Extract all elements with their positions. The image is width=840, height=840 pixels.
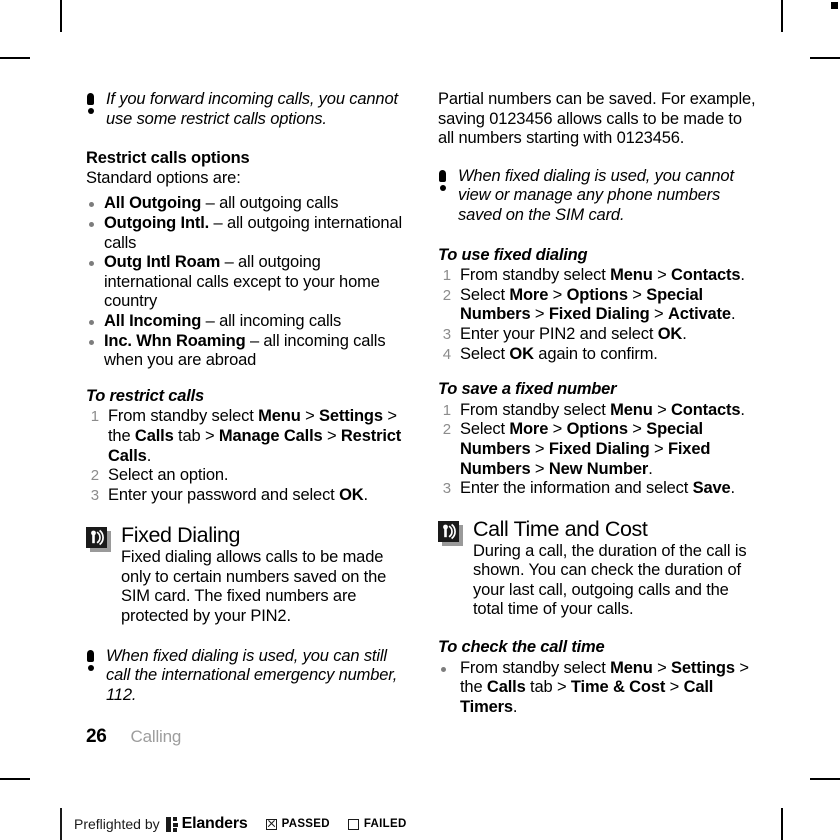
signal-section-icon (438, 520, 463, 546)
to-use-fixed-dialing-block: To use fixed dialing 1 From standby selec… (438, 246, 758, 365)
to-check-call-time-block: To check the call time From standby sele… (438, 638, 758, 717)
restrict-option-item: All Outgoing – all outgoing calls (86, 194, 406, 214)
step-text: From standby select Menu > Contacts. (460, 266, 745, 285)
procedure-step: 2 Select More > Options > Special Numbers… (438, 286, 758, 325)
step-number: 3 (442, 480, 451, 498)
section-fixed-dialing: Fixed Dialing Fixed dialing allows calls… (86, 523, 406, 626)
restrict-option-term: All Incoming (104, 311, 202, 330)
procedure-step: 1 From standby select Menu > Contacts. (438, 401, 758, 421)
step-number: 1 (442, 401, 451, 419)
step-number: 1 (442, 267, 451, 285)
restrict-option-term: Inc. Whn Roaming (104, 331, 246, 350)
failed-checkbox[interactable] (347, 818, 359, 830)
step-text: From standby select Menu > Settings > th… (460, 658, 749, 716)
step-number: 4 (442, 345, 451, 363)
restrict-option-term: All Outgoing (104, 194, 202, 213)
note-forward-calls-text: If you forward incoming calls, you canno… (106, 90, 398, 128)
preflight-prefix: Preflighted by (74, 816, 160, 832)
section-call-time-and-cost-body: Call Time and Cost During a call, the du… (473, 517, 758, 620)
to-save-fixed-number-block: To save a fixed number 1 From standby sel… (438, 380, 758, 499)
failed-label: FAILED (363, 818, 407, 830)
procedure-step: 1 From standby select Menu > Settings > t… (86, 407, 406, 466)
step-number: 2 (90, 467, 99, 485)
note-sim-card: When fixed dialing is used, you cannot v… (438, 167, 758, 226)
step-number: 1 (90, 408, 99, 426)
partial-numbers-paragraph: Partial numbers can be saved. For exampl… (438, 90, 756, 148)
restrict-option-term: Outg Intl Roam (104, 253, 221, 272)
section-fixed-dialing-body: Fixed Dialing Fixed dialing allows calls… (121, 523, 406, 626)
exclamation-note-icon (86, 93, 97, 115)
procedure-step: 3 Enter your PIN2 and select OK. (438, 325, 758, 345)
section-fixed-dialing-text: Fixed dialing allows calls to be made on… (121, 548, 387, 626)
page-footer: 26 Calling (86, 726, 181, 748)
passed-label: PASSED (281, 818, 330, 830)
step-number: 3 (90, 486, 99, 504)
step-text: Select More > Options > Special Numbers … (460, 420, 711, 478)
restrict-calls-options-block: Restrict calls options Standard options … (86, 149, 406, 371)
procedure-step: 4 Select OK again to confirm. (438, 345, 758, 365)
to-check-call-time-heading: To check the call time (438, 638, 605, 657)
step-text: Enter your PIN2 and select OK. (460, 324, 687, 343)
procedure-step: 2 Select More > Options > Special Numbers… (438, 420, 758, 479)
step-text: Enter the information and select Save. (460, 479, 735, 498)
step-number: 2 (442, 286, 451, 304)
restrict-calls-options-intro: Standard options are: (86, 168, 241, 187)
to-check-call-time-steps: From standby select Menu > Settings > th… (438, 659, 758, 718)
step-text: Select an option. (108, 466, 229, 485)
preflight-failed-status: FAILED (347, 818, 407, 830)
restrict-calls-options-heading: Restrict calls options (86, 149, 250, 168)
procedure-step: 3 Enter your password and select OK. (86, 486, 406, 506)
step-number: 2 (442, 421, 451, 439)
note-forward-calls: If you forward incoming calls, you canno… (86, 90, 406, 129)
section-fixed-dialing-title: Fixed Dialing (121, 523, 241, 548)
restrict-option-item: Outg Intl Roam – all outgoing internatio… (86, 253, 406, 312)
to-save-fixed-number-steps: 1 From standby select Menu > Contacts. 2 Se… (438, 401, 758, 499)
two-column-layout: If you forward incoming calls, you canno… (86, 90, 758, 725)
restrict-option-item: Outgoing Intl. – all outgoing internatio… (86, 214, 406, 253)
restrict-option-item: Inc. Whn Roaming – all incoming calls wh… (86, 332, 406, 371)
procedure-step: 1 From standby select Menu > Contacts. (438, 266, 758, 286)
procedure-step: From standby select Menu > Settings > th… (438, 659, 758, 718)
chapter-name: Calling (130, 727, 182, 746)
step-text: From standby select Menu > Settings > th… (108, 407, 402, 465)
right-column: Partial numbers can be saved. For exampl… (438, 90, 758, 725)
exclamation-note-icon (86, 649, 97, 672)
section-call-time-and-cost: Call Time and Cost During a call, the du… (438, 517, 758, 620)
elanders-brand-label: Elanders (181, 815, 248, 832)
left-column: If you forward incoming calls, you canno… (86, 90, 406, 725)
restrict-option-item: All Incoming – all incoming calls (86, 312, 406, 332)
restrict-calls-options-list: All Outgoing – all outgoing calls Outgoin… (86, 194, 406, 370)
procedure-step: 3 Enter the information and select Save. (438, 479, 758, 499)
signal-section-icon (86, 527, 111, 553)
step-text: From standby select Menu > Contacts. (460, 400, 745, 419)
step-number: 3 (442, 325, 451, 343)
step-text: Enter your password and select OK. (108, 485, 368, 504)
note-emergency-number-text: When fixed dialing is used, you can stil… (106, 646, 398, 704)
elanders-logo-icon (165, 816, 179, 832)
to-restrict-calls-steps: 1 From standby select Menu > Settings > t… (86, 407, 406, 505)
preflight-passed-status: PASSED (265, 818, 330, 830)
procedure-step: 2 Select an option. (86, 466, 406, 486)
preflight-bar: Preflighted by Elanders PASSED FAILED (60, 808, 407, 840)
step-text: Select More > Options > Special Numbers … (460, 285, 736, 324)
section-call-time-and-cost-title: Call Time and Cost (473, 516, 648, 541)
section-call-time-and-cost-text: During a call, the duration of the call … (473, 541, 747, 619)
manual-page: If you forward incoming calls, you canno… (0, 0, 840, 840)
note-emergency-number: When fixed dialing is used, you can stil… (86, 647, 406, 706)
to-restrict-calls-block: To restrict calls 1 From standby select M… (86, 387, 406, 506)
page-number: 26 (86, 726, 107, 747)
restrict-option-term: Outgoing Intl. (104, 213, 210, 232)
to-restrict-calls-heading: To restrict calls (86, 386, 204, 405)
to-save-fixed-number-heading: To save a fixed number (438, 380, 617, 399)
note-sim-card-text: When fixed dialing is used, you cannot v… (458, 166, 734, 224)
to-use-fixed-dialing-steps: 1 From standby select Menu > Contacts. 2 Se… (438, 266, 758, 364)
exclamation-note-icon (438, 169, 449, 192)
step-text: Select OK again to confirm. (460, 344, 658, 363)
passed-checkbox[interactable] (265, 818, 277, 830)
to-use-fixed-dialing-heading: To use fixed dialing (438, 245, 588, 264)
